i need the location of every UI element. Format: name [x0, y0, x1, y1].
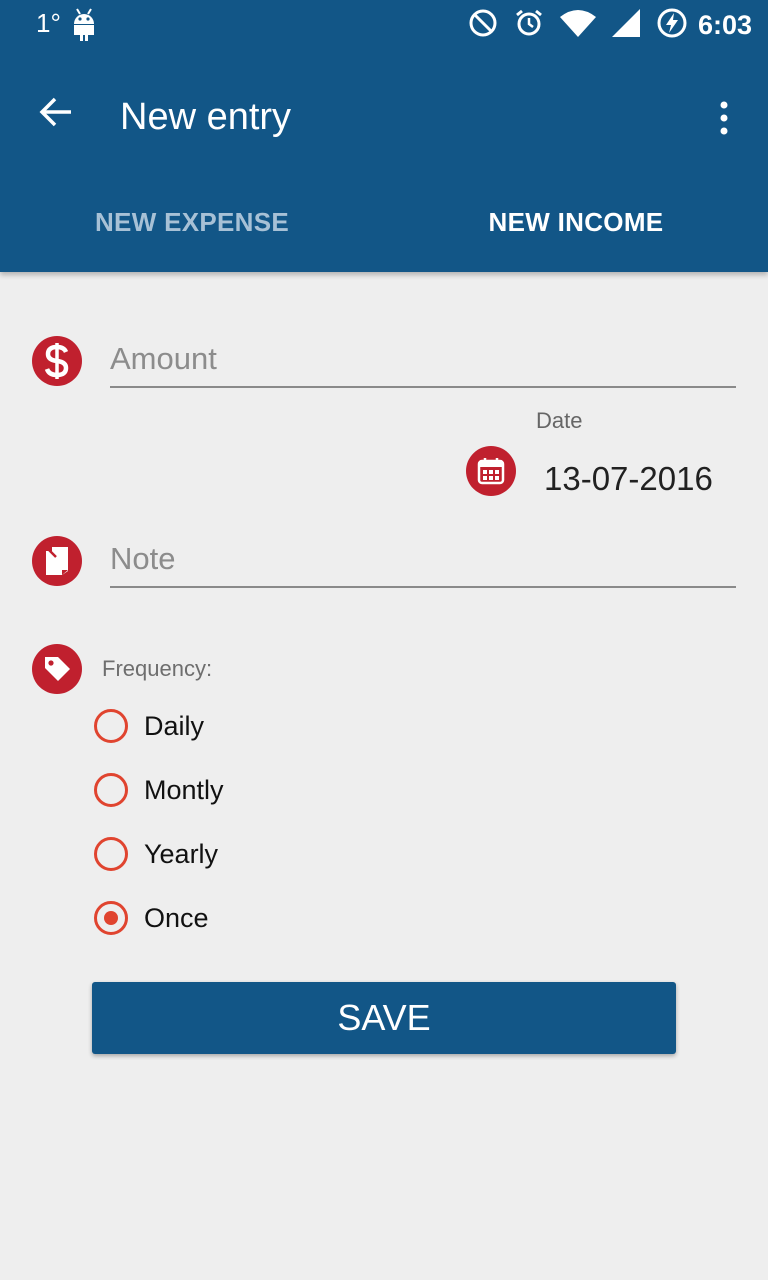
note-field[interactable] — [110, 534, 736, 588]
app-bar: 1° 6:03 New entry NEW EXPENSE NEW INCOME — [0, 0, 768, 272]
tab-bar: NEW EXPENSE NEW INCOME — [0, 172, 768, 272]
frequency-label: Frequency: — [102, 656, 213, 681]
save-button[interactable]: SAVE — [92, 982, 676, 1054]
note-icon — [32, 536, 82, 586]
radio-button[interactable] — [94, 709, 128, 743]
status-time: 6:03 — [697, 9, 752, 40]
radio-button[interactable] — [94, 837, 128, 871]
arrow-left-icon — [39, 97, 71, 127]
page-title: New entry — [120, 96, 292, 138]
radio-option-once[interactable]: Once — [92, 896, 209, 940]
back-button[interactable] — [26, 82, 86, 142]
note-input[interactable] — [110, 534, 736, 584]
temperature-text: 1° — [36, 8, 61, 38]
tab-new-income[interactable]: NEW INCOME — [384, 172, 768, 272]
overflow-menu-button[interactable] — [704, 88, 744, 148]
cell-signal-icon — [611, 8, 640, 42]
radio-label-monthly: Montly — [144, 774, 224, 805]
radio-label-daily: Daily — [144, 710, 205, 741]
date-value[interactable]: 13-07-2016 — [544, 460, 713, 498]
more-vert-icon — [720, 101, 728, 135]
status-bar: 1° 6:03 — [0, 0, 768, 50]
do-not-disturb-icon — [468, 8, 498, 43]
radio-button[interactable] — [94, 773, 128, 807]
battery-charging-icon — [656, 7, 688, 44]
amount-input[interactable] — [110, 334, 736, 384]
toolbar: New entry — [0, 60, 768, 172]
radio-option-monthly[interactable]: Montly — [92, 768, 224, 812]
tab-new-expense[interactable]: NEW EXPENSE — [0, 172, 384, 272]
radio-option-daily[interactable]: Daily — [92, 704, 204, 748]
radio-label-yearly: Yearly — [144, 838, 219, 869]
tag-icon — [32, 644, 82, 694]
dollar-icon — [32, 336, 82, 386]
amount-field[interactable] — [110, 334, 736, 388]
status-icons: 6:03 — [452, 6, 752, 44]
wifi-icon — [559, 9, 596, 42]
alarm-icon — [514, 8, 544, 43]
radio-label-once: Once — [144, 902, 209, 933]
radio-button-checked[interactable] — [94, 901, 128, 935]
radio-option-yearly[interactable]: Yearly — [92, 832, 218, 876]
android-icon — [72, 8, 96, 42]
date-label: Date — [536, 408, 583, 433]
calendar-icon[interactable] — [466, 446, 516, 496]
